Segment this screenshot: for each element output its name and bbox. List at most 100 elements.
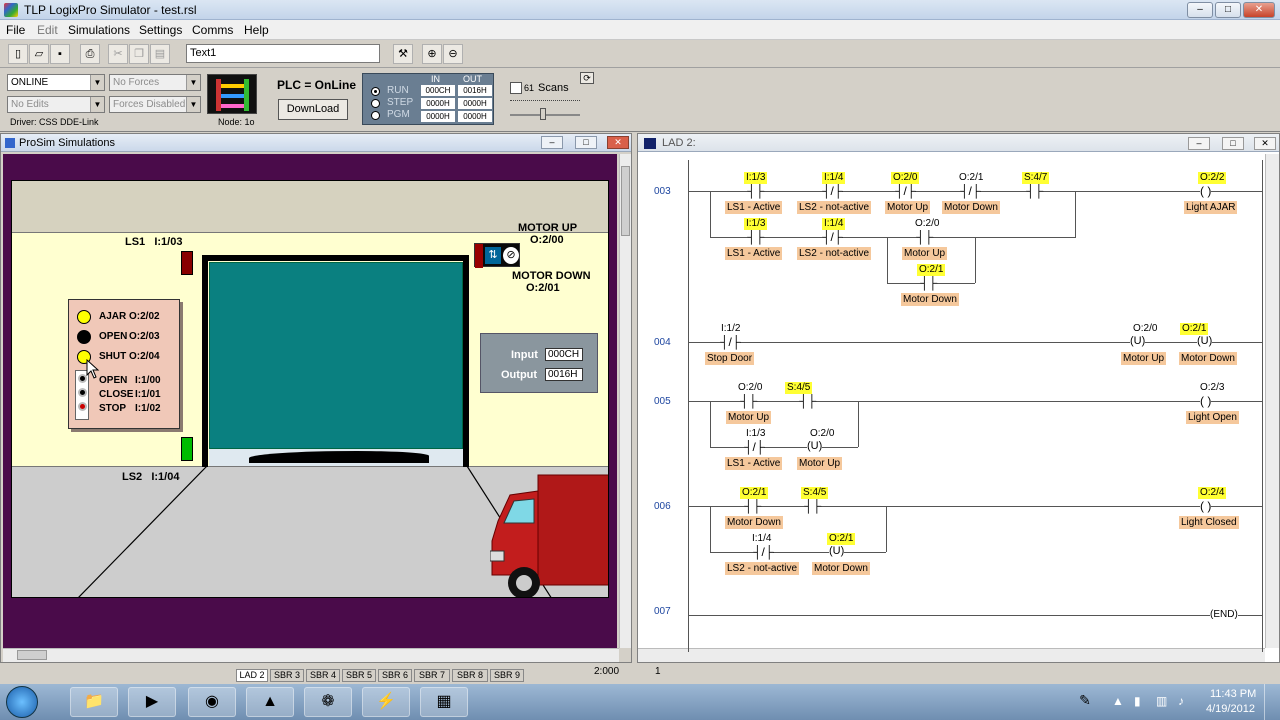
xic-contact[interactable]: ┤├ xyxy=(799,394,817,408)
output-coil[interactable]: ( ) xyxy=(1200,184,1212,198)
forces-state-select[interactable]: Forces Disabled ▼ xyxy=(109,96,201,113)
vertical-scrollbar[interactable] xyxy=(619,154,631,648)
xic-contact[interactable]: ┤├ xyxy=(747,184,765,198)
clock-time[interactable]: 11:43 PM xyxy=(1210,688,1256,700)
notepad-icon[interactable]: ✎ xyxy=(1070,692,1100,714)
xio-contact[interactable]: ┤/├ xyxy=(720,335,741,349)
paste-icon[interactable]: ▤ xyxy=(150,44,170,64)
edits-select[interactable]: No Edits ▼ xyxy=(7,96,105,113)
download-button[interactable]: DownLoad xyxy=(278,99,348,120)
prosim-minimize-button[interactable]: – xyxy=(541,136,563,149)
close-pushbutton[interactable] xyxy=(78,388,87,397)
xic-contact[interactable]: ┤├ xyxy=(747,230,765,244)
text-input[interactable]: Text1 xyxy=(186,44,380,63)
ladder-horizontal-scrollbar[interactable] xyxy=(638,648,1265,662)
colors-app-icon[interactable]: ❁ xyxy=(304,687,352,717)
output-coil[interactable]: ( ) xyxy=(1200,499,1212,513)
logixpro-icon[interactable]: ⚡ xyxy=(362,687,410,717)
ladder-minimize-button[interactable]: – xyxy=(1188,137,1210,150)
ladder-maximize-button[interactable]: □ xyxy=(1222,137,1244,150)
xio-contact[interactable]: ┤/├ xyxy=(822,184,843,198)
mode-select[interactable]: ONLINE ▼ xyxy=(7,74,105,91)
tab-sbr-5[interactable]: SBR 5 xyxy=(342,669,376,682)
tab-lad-2[interactable]: LAD 2 xyxy=(236,669,268,682)
output-coil[interactable]: ( ) xyxy=(1200,394,1212,408)
motor-down-label: MOTOR DOWN xyxy=(512,270,591,282)
tag-label: Motor Up xyxy=(902,247,948,260)
prosim-close-button[interactable]: ✕ xyxy=(607,136,629,149)
scans-label: Scans xyxy=(538,82,569,94)
xic-contact[interactable]: ┤├ xyxy=(744,499,762,513)
xic-contact[interactable]: ┤├ xyxy=(920,276,938,290)
save-icon[interactable]: ▪ xyxy=(50,44,70,64)
xio-contact[interactable]: ┤/├ xyxy=(895,184,916,198)
explorer-icon[interactable]: 📁 xyxy=(70,687,118,717)
address-label: S:4/5 xyxy=(801,487,829,499)
show-desktop-button[interactable] xyxy=(1264,684,1280,720)
scans-checkbox[interactable] xyxy=(510,82,522,94)
xic-contact[interactable]: ┤├ xyxy=(740,394,758,408)
xic-contact[interactable]: ┤├ xyxy=(1026,184,1044,198)
clock-date[interactable]: 4/19/2012 xyxy=(1206,703,1255,715)
tab-sbr-8[interactable]: SBR 8 xyxy=(452,669,488,682)
open-folder-icon[interactable]: ▱ xyxy=(29,44,49,64)
copy-icon[interactable]: ❐ xyxy=(129,44,149,64)
slider-handle[interactable] xyxy=(540,108,546,120)
cut-icon[interactable]: ✂ xyxy=(108,44,128,64)
xic-contact[interactable]: ┤├ xyxy=(804,499,822,513)
address-label: O:2/0 xyxy=(891,172,920,184)
minimize-button[interactable]: – xyxy=(1187,2,1213,18)
tag-label: LS1 - Active xyxy=(725,457,783,470)
network-icon[interactable]: ▥ xyxy=(1156,694,1167,708)
xio-contact[interactable]: ┤/├ xyxy=(960,184,981,198)
tab-sbr-4[interactable]: SBR 4 xyxy=(306,669,340,682)
menu-simulations[interactable]: Simulations xyxy=(68,23,130,37)
shut-address: O:2/04 xyxy=(129,351,160,362)
start-button[interactable] xyxy=(6,686,38,718)
in-value: 0000H xyxy=(421,111,455,122)
battery-icon[interactable]: ▮ xyxy=(1134,694,1141,708)
xic-contact[interactable]: ┤├ xyxy=(916,230,934,244)
ladder-close-button[interactable]: ✕ xyxy=(1254,137,1276,150)
tab-sbr-7[interactable]: SBR 7 xyxy=(414,669,450,682)
stop-pushbutton[interactable] xyxy=(78,402,87,411)
unlatch-coil[interactable]: (U) xyxy=(807,440,823,452)
step-radio[interactable] xyxy=(371,99,380,108)
run-radio[interactable] xyxy=(371,87,380,96)
zoom-in-icon[interactable]: ⊕ xyxy=(422,44,442,64)
horizontal-scrollbar[interactable] xyxy=(3,648,619,662)
menu-help[interactable]: Help xyxy=(244,23,269,37)
tab-sbr-3[interactable]: SBR 3 xyxy=(270,669,304,682)
show-hidden-icon[interactable]: ▲ xyxy=(1112,694,1124,708)
menu-comms[interactable]: Comms xyxy=(192,23,233,37)
xio-contact[interactable]: ┤/├ xyxy=(822,230,843,244)
tools-icon[interactable]: ⚒ xyxy=(393,44,413,64)
refresh-icon[interactable]: ⟳ xyxy=(580,72,594,84)
new-file-icon[interactable]: ▯ xyxy=(8,44,28,64)
print-icon[interactable]: ⎙ xyxy=(80,44,100,64)
unlatch-coil[interactable]: (U) xyxy=(829,545,845,557)
unlatch-coil[interactable]: (U) xyxy=(1130,335,1146,347)
forces-select[interactable]: No Forces ▼ xyxy=(109,74,201,91)
menu-edit[interactable]: Edit xyxy=(37,23,58,37)
tab-sbr-9[interactable]: SBR 9 xyxy=(490,669,524,682)
ladder-vertical-scrollbar[interactable] xyxy=(1265,154,1279,648)
pgm-radio[interactable] xyxy=(371,111,380,120)
maximize-button[interactable]: □ xyxy=(1215,2,1241,18)
xio-contact[interactable]: ┤/├ xyxy=(744,440,765,454)
unlatch-coil[interactable]: (U) xyxy=(1197,335,1213,347)
rung-number: 003 xyxy=(654,186,671,197)
tab-sbr-6[interactable]: SBR 6 xyxy=(378,669,412,682)
pdf-reader-icon[interactable]: ▲ xyxy=(246,687,294,717)
close-button[interactable]: ✕ xyxy=(1243,2,1275,18)
zoom-out-icon[interactable]: ⊖ xyxy=(443,44,463,64)
firefox-icon[interactable]: ◉ xyxy=(188,687,236,717)
xio-contact[interactable]: ┤/├ xyxy=(753,545,774,559)
menu-file[interactable]: File xyxy=(6,23,25,37)
menu-settings[interactable]: Settings xyxy=(139,23,182,37)
volume-icon[interactable]: ♪ xyxy=(1178,694,1184,708)
prosim-maximize-button[interactable]: □ xyxy=(575,136,597,149)
end-instruction[interactable]: (END) xyxy=(1210,609,1238,620)
media-player-icon[interactable]: ▶ xyxy=(128,687,176,717)
film-icon[interactable]: ▦ xyxy=(420,687,468,717)
